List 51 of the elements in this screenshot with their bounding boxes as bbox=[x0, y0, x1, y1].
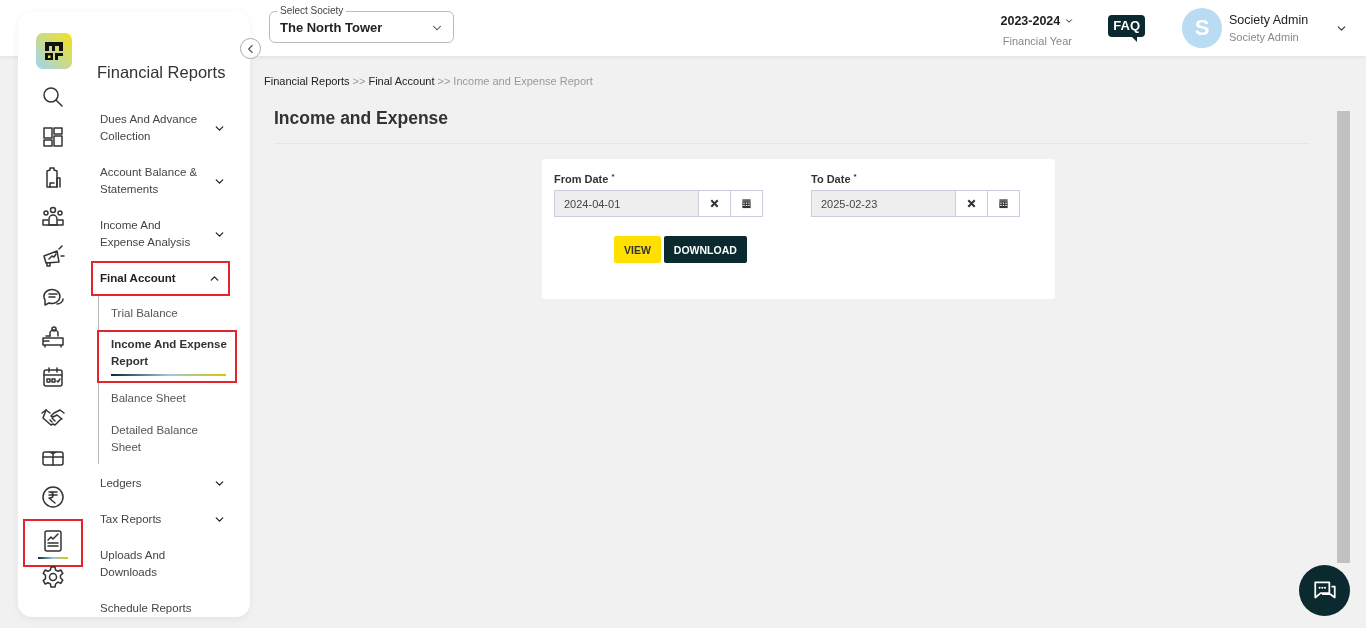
breadcrumb-link[interactable]: Financial Reports bbox=[264, 75, 350, 87]
menu-item[interactable]: Uploads And Downloads bbox=[100, 538, 226, 590]
submenu-item[interactable]: Balance Sheet bbox=[99, 383, 238, 415]
chat-button[interactable] bbox=[1299, 565, 1350, 616]
year-select[interactable]: 2023-2024 bbox=[1000, 13, 1075, 28]
nav-report-button[interactable] bbox=[23, 519, 83, 567]
gear-icon bbox=[40, 564, 66, 590]
page-title: Income and Expense bbox=[274, 108, 1310, 144]
app-logo[interactable] bbox=[36, 33, 72, 69]
date-field[interactable]: 2024-04-01 bbox=[554, 190, 699, 217]
user-role: Society Admin bbox=[1229, 31, 1300, 43]
menu-item[interactable]: Ledgers bbox=[100, 466, 226, 501]
calendar-button[interactable] bbox=[988, 190, 1020, 217]
rupee-icon bbox=[40, 484, 66, 510]
clear-button[interactable] bbox=[699, 190, 731, 217]
close-icon bbox=[966, 198, 977, 209]
calendar-icon bbox=[741, 198, 752, 209]
required-mark: * bbox=[611, 173, 615, 181]
date-field[interactable]: 2025-02-23 bbox=[811, 190, 956, 217]
year-caption: Financial Year bbox=[1002, 34, 1072, 47]
breadcrumb-separator: >> bbox=[352, 75, 366, 87]
menu-item[interactable]: Final Account bbox=[91, 261, 230, 296]
select-label: Select Society bbox=[277, 5, 347, 17]
close-icon bbox=[709, 198, 720, 209]
required-mark: * bbox=[853, 173, 857, 181]
field-label: To Date bbox=[811, 173, 851, 185]
submenu-item[interactable]: Detailed Balance Sheet bbox=[99, 415, 238, 464]
breadcrumb-link[interactable]: Final Account bbox=[368, 75, 435, 87]
megaphone-icon bbox=[40, 244, 66, 270]
breadcrumb-separator: >> bbox=[437, 75, 451, 87]
menu-item[interactable]: Account Balance & Statements bbox=[100, 155, 226, 207]
menu-title: Financial Reports bbox=[97, 63, 227, 82]
menu-item[interactable]: Schedule Reports bbox=[100, 591, 226, 617]
select-value: The North Tower bbox=[280, 20, 383, 35]
clear-button[interactable] bbox=[956, 190, 988, 217]
submenu-item[interactable]: Income And Expense Report bbox=[97, 330, 237, 383]
active-underline bbox=[38, 556, 68, 559]
menu-item[interactable]: Income And Expense Analysis bbox=[100, 208, 226, 260]
calendar-icon bbox=[998, 198, 1009, 209]
calendar-icon bbox=[40, 364, 66, 390]
desk-icon bbox=[40, 324, 66, 350]
menu-item[interactable]: Tax Reports bbox=[100, 502, 226, 537]
menu-item[interactable]: Dues And Advance Collection bbox=[100, 102, 226, 154]
user-name: Society Admin bbox=[1229, 13, 1310, 27]
dashboard-icon bbox=[40, 124, 66, 150]
calendar-button[interactable] bbox=[731, 190, 763, 217]
field-label: From Date bbox=[554, 173, 609, 185]
search-icon bbox=[40, 84, 66, 110]
submenu-item[interactable]: Trial Balance bbox=[99, 298, 238, 330]
view-button[interactable]: VIEW bbox=[614, 236, 661, 263]
download-button[interactable]: DOWNLOAD bbox=[663, 236, 747, 263]
